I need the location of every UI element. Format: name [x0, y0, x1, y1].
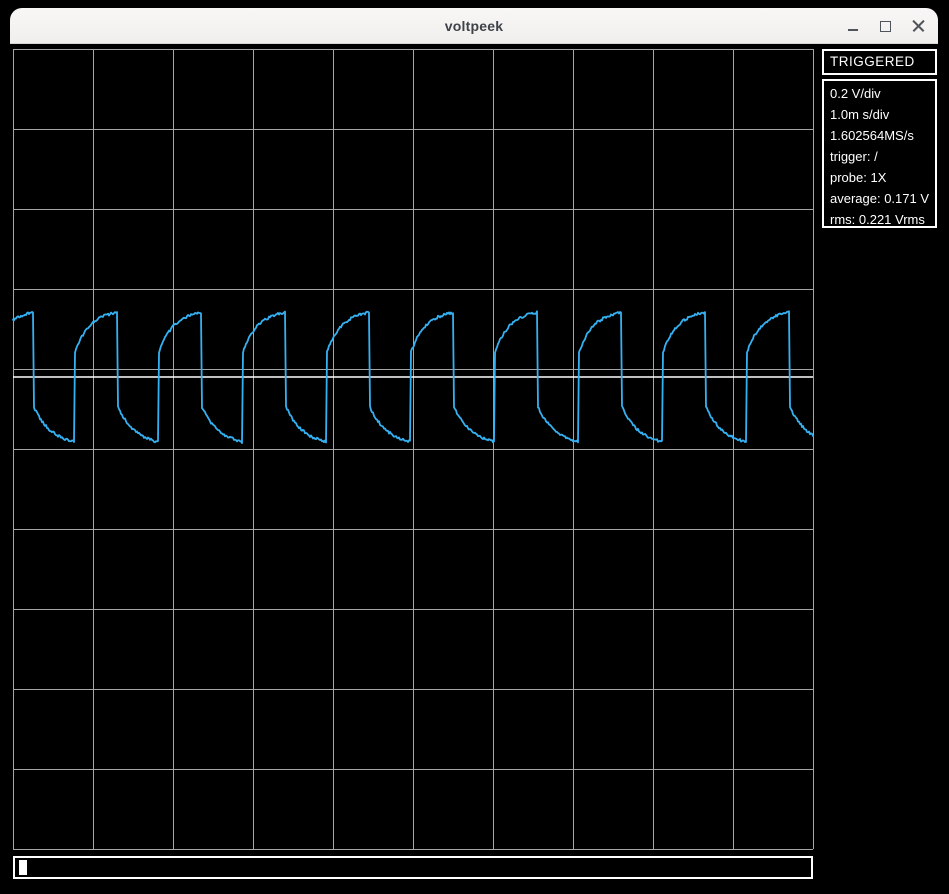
- readout-sample-rate: 1.602564MS/s: [830, 128, 914, 143]
- status-panel: TRIGGERED 0.2 V/div 1.0m s/div 1.602564M…: [822, 49, 937, 228]
- readout-probe: probe: 1X: [830, 170, 887, 185]
- oscilloscope-display: [12, 49, 814, 850]
- text-cursor: [19, 860, 27, 875]
- readout-time-per-div: 1.0m s/div: [830, 107, 890, 122]
- readout-box: 0.2 V/div 1.0m s/div 1.602564MS/s trigge…: [822, 79, 937, 228]
- command-input[interactable]: [13, 856, 813, 879]
- readout-average: average: 0.171 V: [830, 191, 930, 206]
- readout-volts-per-div: 0.2 V/div: [830, 86, 881, 101]
- graticule: [13, 49, 814, 850]
- trigger-status-badge: TRIGGERED: [822, 49, 937, 75]
- readout-trigger-slope: trigger: /: [830, 149, 878, 164]
- app-window: voltpeek TRIGGERED 0.2 V/div 1.0m s/div …: [10, 8, 938, 894]
- readout-rms: rms: 0.221 Vrms: [830, 212, 925, 227]
